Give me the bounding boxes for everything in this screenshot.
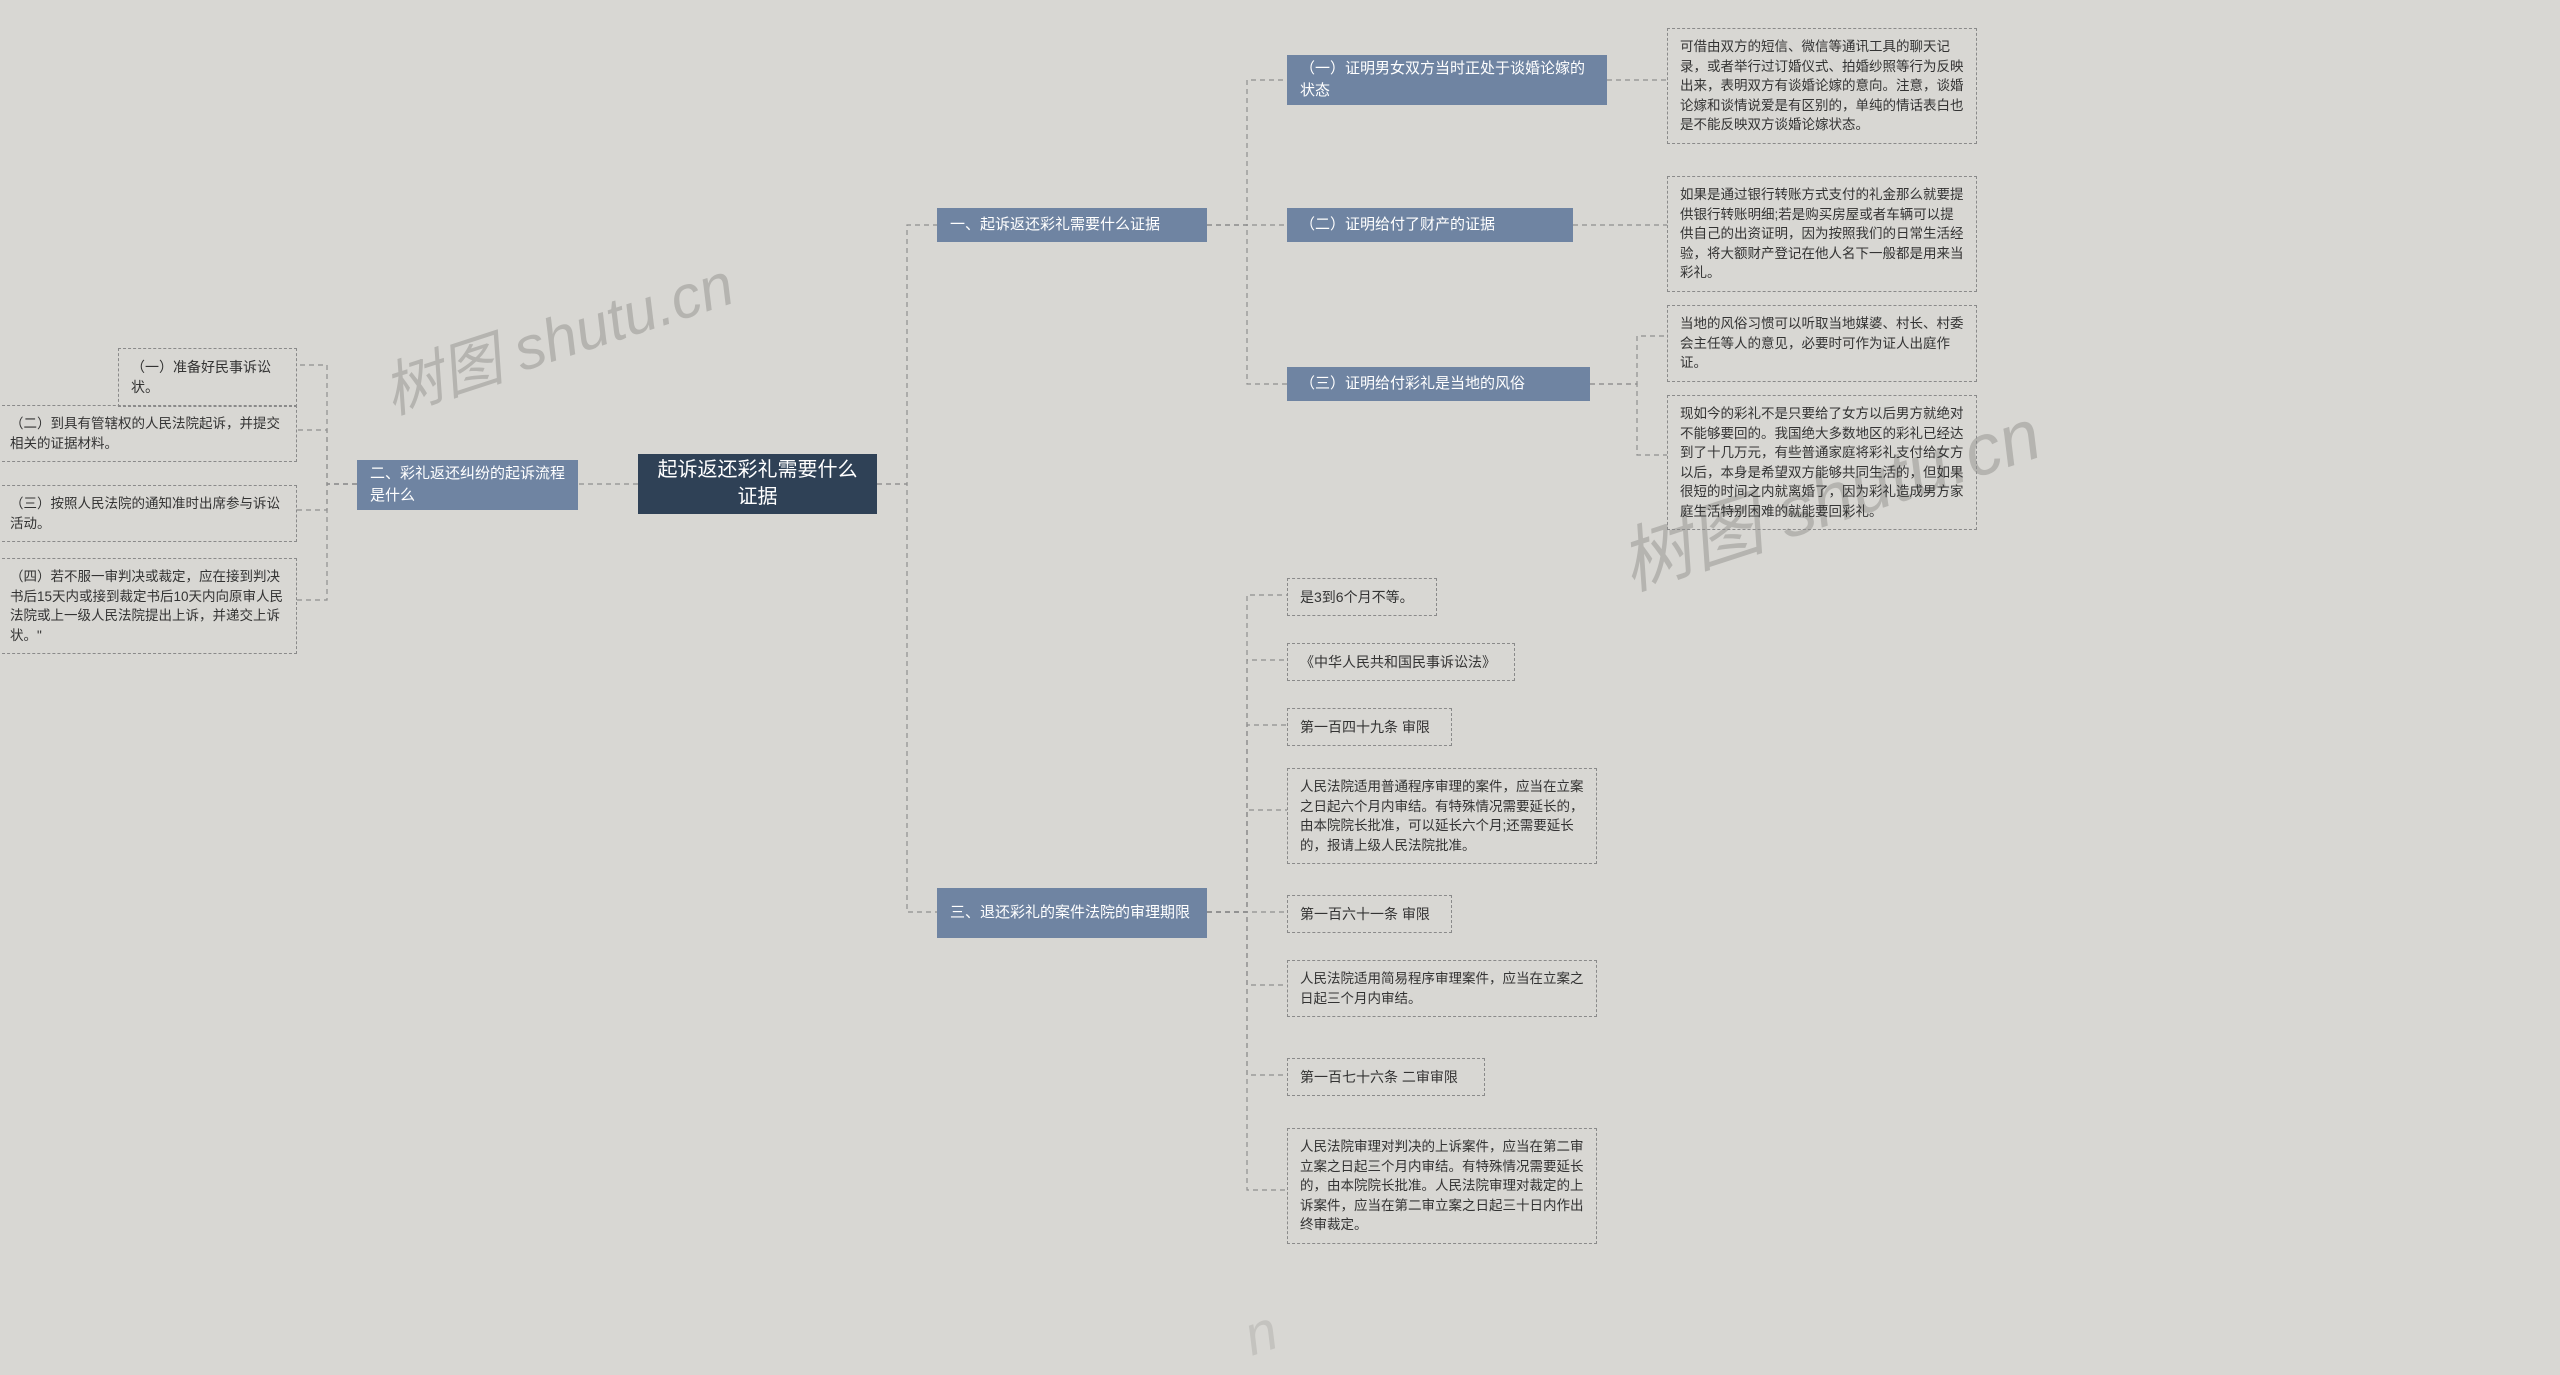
- leaf-text: 可借由双方的短信、微信等通讯工具的聊天记录，或者举行过订婚仪式、拍婚纱照等行为反…: [1680, 39, 1964, 132]
- branch-3-child-3: 第一百四十九条 审限: [1287, 708, 1452, 746]
- leaf-text: （三）按照人民法院的通知准时出席参与诉讼活动。: [10, 496, 280, 531]
- branch-1-child-1: （一）证明男女双方当时正处于谈婚论嫁的状态: [1287, 55, 1607, 105]
- leaf-text: 当地的风俗习惯可以听取当地媒婆、村长、村委会主任等人的意见，必要时可作为证人出庭…: [1680, 316, 1964, 370]
- branch-3-child-8: 人民法院审理对判决的上诉案件，应当在第二审立案之日起三个月内审结。有特殊情况需要…: [1287, 1128, 1597, 1244]
- leaf-text: 现如今的彩礼不是只要给了女方以后男方就绝对不能够要回的。我国绝大多数地区的彩礼已…: [1680, 406, 1964, 519]
- branch-2-child-2: （二）到具有管辖权的人民法院起诉，并提交相关的证据材料。: [0, 405, 297, 462]
- branch-2-title: 二、彩礼返还纠纷的起诉流程是什么: [370, 463, 565, 507]
- branch-3-child-4: 人民法院适用普通程序审理的案件，应当在立案之日起六个月内审结。有特殊情况需要延长…: [1287, 768, 1597, 864]
- leaf-text: 第一百七十六条 二审审限: [1300, 1069, 1458, 1085]
- leaf-text: （一）准备好民事诉讼状。: [131, 359, 271, 395]
- root-title: 起诉返还彩礼需要什么证据: [651, 457, 864, 511]
- leaf-text: 是3到6个月不等。: [1300, 589, 1414, 605]
- branch-3-child-1: 是3到6个月不等。: [1287, 578, 1437, 616]
- branch-1-child-2-title: （二）证明给付了财产的证据: [1300, 214, 1495, 236]
- branch-2-child-3: （三）按照人民法院的通知准时出席参与诉讼活动。: [0, 485, 297, 542]
- branch-1-child-1-detail: 可借由双方的短信、微信等通讯工具的聊天记录，或者举行过订婚仪式、拍婚纱照等行为反…: [1667, 28, 1977, 144]
- root-node: 起诉返还彩礼需要什么证据: [638, 454, 877, 514]
- branch-1-child-3: （三）证明给付彩礼是当地的风俗: [1287, 367, 1590, 401]
- leaf-text: 《中华人民共和国民事诉讼法》: [1300, 654, 1496, 670]
- branch-3-title: 三、退还彩礼的案件法院的审理期限: [950, 902, 1190, 924]
- branch-3-child-7: 第一百七十六条 二审审限: [1287, 1058, 1485, 1096]
- leaf-text: 人民法院适用简易程序审理案件，应当在立案之日起三个月内审结。: [1300, 971, 1584, 1006]
- branch-1-child-3-title: （三）证明给付彩礼是当地的风俗: [1300, 373, 1525, 395]
- leaf-text: 第一百六十一条 审限: [1300, 906, 1430, 922]
- branch-3-child-2: 《中华人民共和国民事诉讼法》: [1287, 643, 1515, 681]
- branch-3: 三、退还彩礼的案件法院的审理期限: [937, 888, 1207, 938]
- branch-1-child-3-detail-1: 当地的风俗习惯可以听取当地媒婆、村长、村委会主任等人的意见，必要时可作为证人出庭…: [1667, 305, 1977, 382]
- watermark: n: [1236, 1297, 1286, 1368]
- branch-1-child-2: （二）证明给付了财产的证据: [1287, 208, 1573, 242]
- branch-1-title: 一、起诉返还彩礼需要什么证据: [950, 214, 1160, 236]
- leaf-text: 人民法院适用普通程序审理的案件，应当在立案之日起六个月内审结。有特殊情况需要延长…: [1300, 779, 1584, 853]
- leaf-text: （二）到具有管辖权的人民法院起诉，并提交相关的证据材料。: [10, 416, 280, 451]
- branch-2-child-4: （四）若不服一审判决或裁定，应在接到判决书后15天内或接到裁定书后10天内向原审…: [0, 558, 297, 654]
- watermark: 树图 shutu.cn: [370, 236, 743, 431]
- branch-2-child-1: （一）准备好民事诉讼状。: [118, 348, 297, 407]
- connectors: [0, 0, 2560, 1375]
- branch-1: 一、起诉返还彩礼需要什么证据: [937, 208, 1207, 242]
- branch-1-child-2-detail: 如果是通过银行转账方式支付的礼金那么就要提供银行转账明细;若是购买房屋或者车辆可…: [1667, 176, 1977, 292]
- leaf-text: 人民法院审理对判决的上诉案件，应当在第二审立案之日起三个月内审结。有特殊情况需要…: [1300, 1139, 1584, 1232]
- leaf-text: （四）若不服一审判决或裁定，应在接到判决书后15天内或接到裁定书后10天内向原审…: [10, 569, 283, 643]
- mindmap-canvas: { "watermarks": { "wm1": "树图 shutu.cn", …: [0, 0, 2560, 1375]
- branch-1-child-3-detail-2: 现如今的彩礼不是只要给了女方以后男方就绝对不能够要回的。我国绝大多数地区的彩礼已…: [1667, 395, 1977, 530]
- branch-3-child-5: 第一百六十一条 审限: [1287, 895, 1452, 933]
- leaf-text: 如果是通过银行转账方式支付的礼金那么就要提供银行转账明细;若是购买房屋或者车辆可…: [1680, 187, 1964, 280]
- leaf-text: 第一百四十九条 审限: [1300, 719, 1430, 735]
- branch-2: 二、彩礼返还纠纷的起诉流程是什么: [357, 460, 578, 510]
- branch-3-child-6: 人民法院适用简易程序审理案件，应当在立案之日起三个月内审结。: [1287, 960, 1597, 1017]
- branch-1-child-1-title: （一）证明男女双方当时正处于谈婚论嫁的状态: [1300, 58, 1594, 102]
